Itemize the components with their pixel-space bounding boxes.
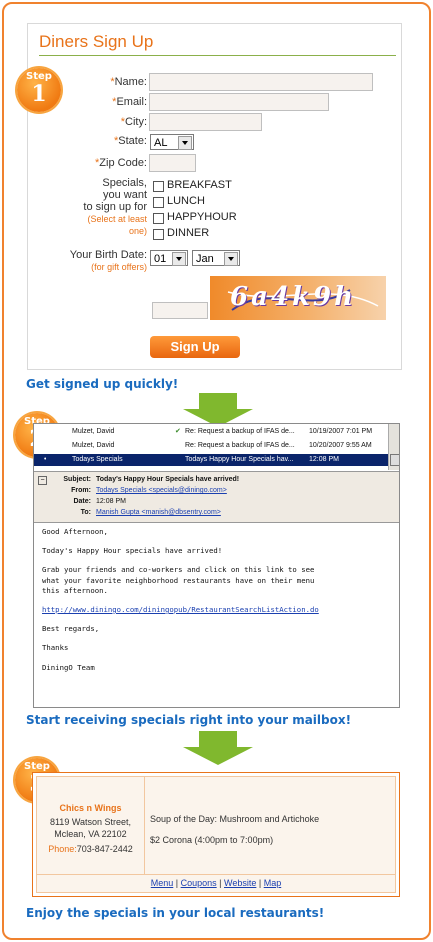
restaurant-address-1: 8119 Watson Street, <box>49 817 132 827</box>
happyhour-checkbox[interactable] <box>153 213 164 224</box>
specials-link[interactable]: http://www.diningo.com/diningopub/Restau… <box>42 605 397 615</box>
collapse-icon[interactable]: − <box>38 476 47 485</box>
specials-label: Specials, you want to sign up for (Selec… <box>83 177 147 236</box>
state-label: *State: <box>113 135 147 147</box>
arrow-down-icon <box>183 731 253 765</box>
email-subject: Today's Happy Hour Specials have arrived… <box>96 476 240 483</box>
email-to-link[interactable]: Manish Gupta <manish@dbsentry.com> <box>96 509 221 516</box>
coupons-link[interactable]: Coupons <box>181 878 217 888</box>
email-date: 12:08 PM <box>96 498 126 505</box>
name-input[interactable] <box>149 73 373 91</box>
check-icon: ✔ <box>175 428 181 435</box>
name-label: *Name: <box>110 76 147 88</box>
chevron-down-icon <box>224 252 238 266</box>
scroll-down-icon[interactable] <box>390 454 399 466</box>
restaurant-name: Chics n Wings <box>59 803 122 813</box>
captcha-image: 6a4k9h <box>210 276 386 320</box>
map-link[interactable]: Map <box>264 878 282 888</box>
message-row-selected[interactable]: • Todays Specials Todays Happy Hour Spec… <box>34 454 388 466</box>
email-input[interactable] <box>149 93 329 111</box>
step2-caption: Start receiving specials right into your… <box>26 713 352 727</box>
step3-caption: Enjoy the specials in your local restaur… <box>26 906 325 920</box>
happyhour-label: HAPPYHOUR <box>167 211 237 223</box>
email-from-link[interactable]: Todays Specials <specials@diningo.com> <box>96 487 227 494</box>
step1-badge: Step 1 <box>17 68 61 112</box>
email-preview: Mulzet, David ✔ Re: Request a backup of … <box>33 423 400 708</box>
form-title: Diners Sign Up <box>39 32 154 51</box>
special-item: $2 Corona (4:00pm to 7:00pm) <box>150 835 274 845</box>
message-row[interactable]: Mulzet, David Re: Request a backup of IF… <box>34 440 388 452</box>
chevron-down-icon <box>172 252 186 266</box>
breakfast-checkbox[interactable] <box>153 181 164 192</box>
dinner-checkbox[interactable] <box>153 229 164 240</box>
captcha-input[interactable] <box>152 302 208 319</box>
bullet-icon: • <box>44 456 47 463</box>
breakfast-label: BREAKFAST <box>167 179 232 191</box>
sign-up-button[interactable]: Sign Up <box>150 336 240 358</box>
chevron-down-icon <box>178 136 192 150</box>
scrollbar[interactable] <box>388 424 399 470</box>
email-body: Good Afternoon, Today's Happy Hour speci… <box>42 527 397 682</box>
title-divider <box>39 55 396 56</box>
lunch-checkbox[interactable] <box>153 197 164 208</box>
captcha-text: 6a4k9h <box>230 282 357 312</box>
website-link[interactable]: Website <box>224 878 256 888</box>
menu-link[interactable]: Menu <box>151 878 174 888</box>
special-item: Soup of the Day: Mushroom and Artichoke <box>150 814 320 824</box>
city-label: *City: <box>120 116 147 128</box>
restaurant-card: Chics n Wings 8119 Watson Street, Mclean… <box>32 772 400 897</box>
city-input[interactable] <box>149 113 262 131</box>
birth-date-label: Your Birth Date: (for gift offers) <box>69 249 147 272</box>
zip-label: *Zip Code: <box>95 157 147 169</box>
message-row[interactable]: Mulzet, David ✔ Re: Request a backup of … <box>34 426 388 438</box>
restaurant-phone: Phone:703-847-2442 <box>48 844 133 854</box>
card-footer-divider <box>37 874 395 875</box>
birth-day-select[interactable]: 01 <box>150 250 188 266</box>
lunch-label: LUNCH <box>167 195 205 207</box>
step1-caption: Get signed up quickly! <box>26 377 179 391</box>
arrow-down-icon <box>183 393 253 427</box>
card-links: Menu | Coupons | Website | Map <box>150 878 282 888</box>
email-header: − Subject: Today's Happy Hour Specials h… <box>34 471 399 523</box>
dinner-label: DINNER <box>167 227 210 239</box>
zip-input[interactable] <box>149 154 196 172</box>
card-divider <box>144 777 145 874</box>
birth-month-select[interactable]: Jan <box>192 250 240 266</box>
state-select[interactable]: AL <box>150 134 194 150</box>
email-label: *Email: <box>112 96 147 108</box>
restaurant-address-2: Mclean, VA 22102 <box>54 829 127 839</box>
